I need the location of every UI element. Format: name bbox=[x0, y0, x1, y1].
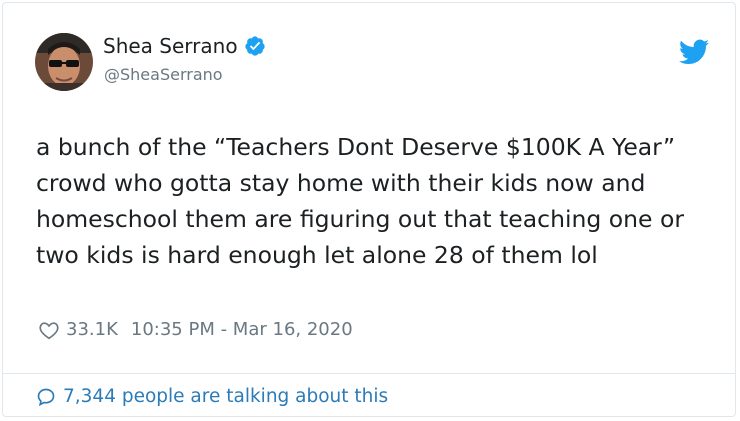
tweet-timestamp[interactable]: 10:35 PM - Mar 16, 2020 bbox=[131, 318, 353, 342]
author-display-name[interactable]: Shea Serrano bbox=[103, 33, 238, 59]
speech-bubble-icon bbox=[36, 387, 56, 407]
verified-badge-icon bbox=[244, 35, 266, 57]
divider bbox=[3, 373, 735, 374]
author-handle[interactable]: @SheaSerrano bbox=[104, 64, 223, 86]
tweet-text: a bunch of the “Teachers Dont Deserve $1… bbox=[36, 133, 685, 269]
author-name-row[interactable]: Shea Serrano bbox=[103, 33, 266, 59]
conversation-link[interactable]: 7,344 people are talking about this bbox=[36, 384, 388, 410]
conversation-link-text[interactable]: 7,344 people are talking about this bbox=[63, 384, 388, 410]
avatar[interactable] bbox=[35, 33, 93, 91]
twitter-bird-icon[interactable] bbox=[679, 39, 709, 65]
like-count[interactable]: 33.1K bbox=[66, 318, 118, 342]
tweet-meta: 33.1K 10:35 PM - Mar 16, 2020 bbox=[38, 318, 353, 342]
tweet-card: Shea Serrano @SheaSerrano a bunch of the… bbox=[2, 2, 736, 417]
heart-icon[interactable] bbox=[38, 319, 60, 341]
